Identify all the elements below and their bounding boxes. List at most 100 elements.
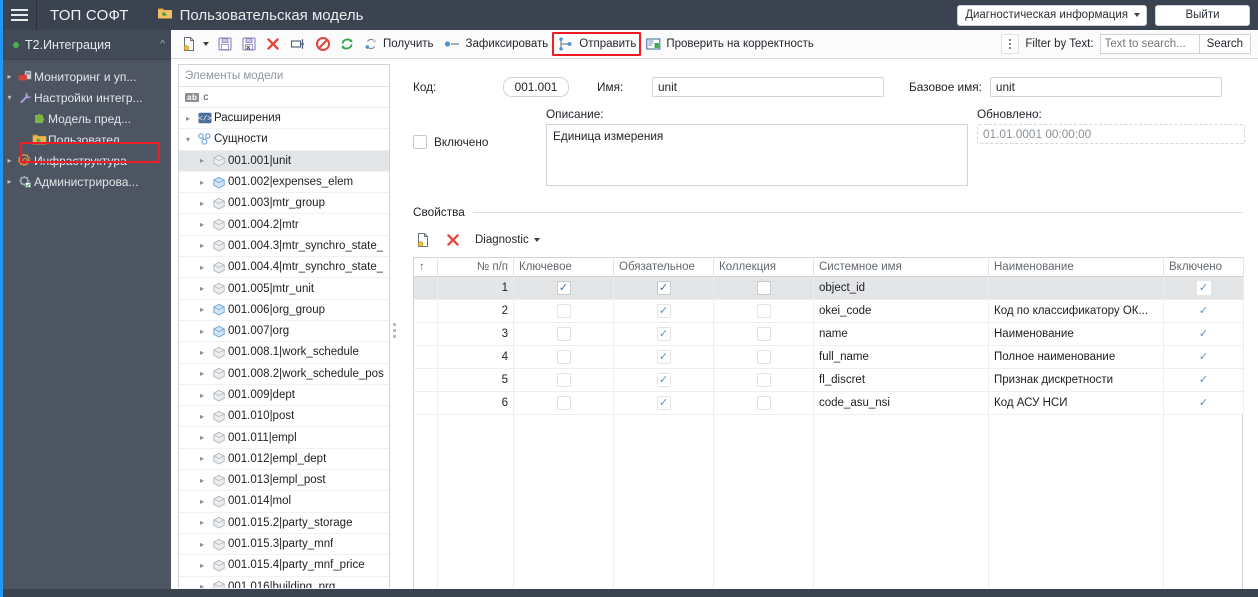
grid-cell-key[interactable] (513, 391, 614, 415)
cancel-button[interactable] (311, 32, 335, 56)
rename-button[interactable] (285, 32, 311, 56)
chevron-right-icon[interactable]: ▸ (3, 177, 16, 186)
row-checkbox-enabled[interactable] (1196, 373, 1211, 387)
commit-button[interactable]: Зафиксировать (438, 32, 553, 56)
sidebar-item-4[interactable]: Пользовател... (3, 129, 171, 150)
grid-cell-key[interactable] (513, 299, 614, 323)
table-row[interactable]: 3 nameНаименование (413, 322, 1244, 346)
tree-node[interactable]: ▸ 001.007|org (179, 321, 389, 343)
chevron-right-icon[interactable]: ▸ (195, 327, 209, 336)
delete-button[interactable] (261, 32, 285, 56)
tree-node[interactable]: ▸ 001.014|mol (179, 491, 389, 513)
row-checkbox-collection[interactable] (756, 327, 771, 341)
grid-column-header-title[interactable]: Наименование (988, 257, 1164, 277)
table-row[interactable]: 1 object_id (413, 276, 1244, 300)
chevron-right-icon[interactable]: ▸ (3, 156, 16, 165)
row-checkbox-enabled[interactable] (1196, 304, 1211, 318)
tree-node[interactable]: ▸ 001.013|empl_post (179, 470, 389, 492)
diagnostic-dropdown-button[interactable]: Diagnostic (473, 228, 542, 252)
tree-node[interactable]: ▸ 001.006|org_group (179, 300, 389, 321)
tree-node[interactable]: ▸ </> Расширения (179, 108, 389, 130)
chevron-right-icon[interactable]: ▸ (195, 433, 209, 442)
chevron-right-icon[interactable]: ▸ (195, 497, 209, 506)
properties-grid[interactable]: ↑ № п/п Ключевое Обязательное Коллекция Систе… (413, 257, 1244, 415)
grid-cell-required[interactable] (613, 276, 714, 300)
tree-node[interactable]: ▸ 001.002|expenses_elem (179, 172, 389, 194)
chevron-down-icon[interactable]: ▾ (181, 135, 195, 144)
row-checkbox-enabled[interactable] (1196, 281, 1211, 295)
row-checkbox-required[interactable] (656, 396, 671, 410)
grid-column-header-num[interactable]: № п/п (437, 257, 514, 277)
row-checkbox-enabled[interactable] (1196, 396, 1211, 410)
row-checkbox-enabled[interactable] (1196, 350, 1211, 364)
sidebar-item-6[interactable]: ▸ Администрирова... (3, 171, 171, 192)
sidebar-project-header[interactable]: T2.Интеграция ^ (3, 30, 171, 60)
chevron-right-icon[interactable]: ▸ (195, 518, 209, 527)
grid-cell-collection[interactable] (713, 345, 814, 369)
grid-cell-enabled[interactable] (1163, 299, 1244, 323)
chevron-right-icon[interactable]: ▸ (195, 476, 209, 485)
tree-node[interactable]: ▸ 001.005|mtr_unit (179, 278, 389, 300)
tree-node[interactable]: ▾ Сущности (179, 129, 389, 151)
grid-cell-collection[interactable] (713, 368, 814, 392)
chevron-right-icon[interactable]: ▸ (195, 454, 209, 463)
chevron-right-icon[interactable]: ▸ (195, 156, 209, 165)
tree-node[interactable]: ▸ 001.004.4|mtr_synchro_state_ (179, 257, 389, 279)
hamburger-menu-icon[interactable] (3, 0, 36, 30)
grid-column-header-key[interactable]: Ключевое (513, 257, 614, 277)
row-checkbox-collection[interactable] (756, 304, 771, 318)
tree-node[interactable]: ▸ 001.004.2|mtr (179, 214, 389, 236)
more-options-icon[interactable] (1001, 34, 1020, 54)
tree-node[interactable]: ▸ 001.011|empl (179, 427, 389, 449)
name-field[interactable] (652, 77, 884, 97)
sidebar-item-3[interactable]: Модель пред... (3, 108, 171, 129)
tree-node[interactable]: ▸ 001.008.1|work_schedule (179, 342, 389, 364)
table-row[interactable]: 2 okei_codeКод по классификатору ОК... (413, 299, 1244, 323)
chevron-right-icon[interactable]: ▸ (195, 284, 209, 293)
chevron-right-icon[interactable]: ▸ (195, 391, 209, 400)
refresh-button[interactable] (335, 32, 359, 56)
row-checkbox-required[interactable] (656, 350, 671, 364)
chevron-right-icon[interactable]: ▸ (195, 305, 209, 314)
chevron-right-icon[interactable]: ▸ (195, 540, 209, 549)
model-elements-filter-row[interactable]: ab c (179, 87, 389, 108)
row-checkbox-key[interactable] (556, 281, 571, 295)
tree-node[interactable]: ▸ 001.012|empl_dept (179, 449, 389, 471)
receive-button[interactable]: Получить (359, 32, 438, 56)
row-checkbox-key[interactable] (556, 350, 571, 364)
base-name-field[interactable] (989, 77, 1222, 97)
code-field[interactable] (503, 77, 569, 97)
grid-cell-required[interactable] (613, 391, 714, 415)
grid-cell-enabled[interactable] (1163, 345, 1244, 369)
chevron-right-icon[interactable]: ▸ (3, 72, 16, 81)
tree-node[interactable]: ▸ 001.015.2|party_storage (179, 513, 389, 534)
row-checkbox-key[interactable] (556, 373, 571, 387)
save-as-button[interactable] (237, 32, 261, 56)
row-checkbox-key[interactable] (556, 327, 571, 341)
row-checkbox-enabled[interactable] (1196, 327, 1211, 341)
chevron-right-icon[interactable]: ▸ (195, 348, 209, 357)
tree-node[interactable]: ▸ 001.001|unit (179, 150, 389, 172)
tree-node[interactable]: ▸ 001.008.2|work_schedule_pos (179, 364, 389, 385)
grid-cell-key[interactable] (513, 276, 614, 300)
exit-button[interactable]: Выйти (1155, 4, 1250, 26)
grid-cell-required[interactable] (613, 345, 714, 369)
chevron-right-icon[interactable]: ▸ (195, 561, 209, 570)
delete-property-button[interactable] (443, 228, 463, 252)
grid-cell-collection[interactable] (713, 299, 814, 323)
table-row[interactable]: 6 code_asu_nsiКод АСУ НСИ (413, 391, 1244, 415)
tree-node[interactable]: ▸ 001.004.3|mtr_synchro_state_ (179, 236, 389, 258)
enabled-checkbox[interactable] (413, 135, 427, 149)
search-button[interactable]: Search (1199, 34, 1251, 54)
grid-cell-collection[interactable] (713, 322, 814, 346)
grid-cell-key[interactable] (513, 345, 614, 369)
grid-cell-required[interactable] (613, 368, 714, 392)
table-row[interactable]: 4 full_nameПолное наименование (413, 345, 1244, 369)
grid-cell-key[interactable] (513, 322, 614, 346)
check-correctness-button[interactable]: Проверить на корректность (641, 32, 818, 56)
row-checkbox-collection[interactable] (756, 350, 771, 364)
row-checkbox-key[interactable] (556, 396, 571, 410)
grid-column-header-sort[interactable]: ↑ (413, 257, 438, 277)
tree-node[interactable]: ▸ 001.015.4|party_mnf_price (179, 555, 389, 577)
row-checkbox-collection[interactable] (756, 373, 771, 387)
